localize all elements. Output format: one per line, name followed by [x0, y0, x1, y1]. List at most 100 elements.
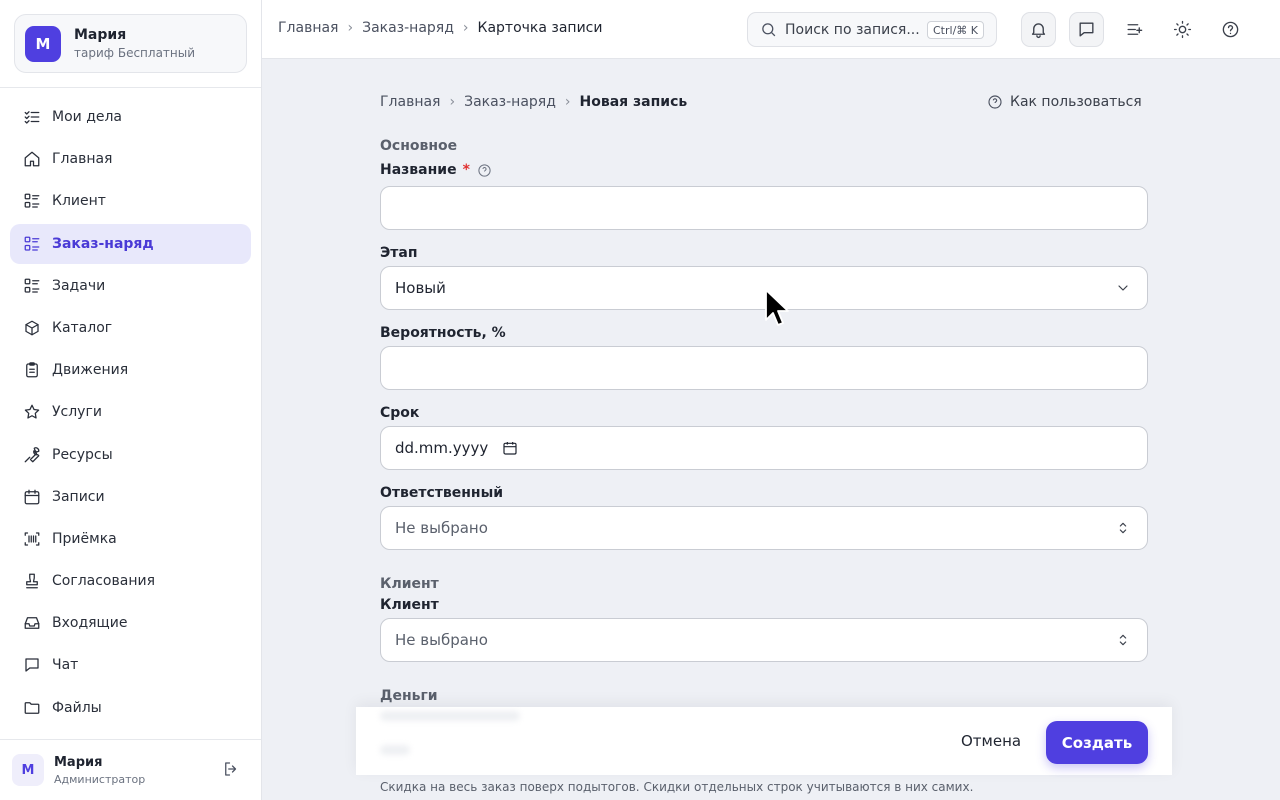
breadcrumb-work-order[interactable]: Заказ-наряд	[464, 94, 556, 110]
sidebar-item-my-tasks[interactable]: Мои дела	[10, 97, 251, 137]
sidebar-item-catalog[interactable]: Каталог	[10, 308, 251, 348]
sidebar-item-resources[interactable]: Ресурсы	[10, 435, 251, 475]
calendar-icon	[22, 487, 42, 507]
search-placeholder: Поиск по запися...	[785, 21, 920, 38]
section-client-title: Клиент	[380, 576, 439, 592]
wrench-icon	[22, 445, 42, 465]
account-switcher[interactable]: M Мария тариф Бесплатный	[14, 14, 247, 73]
create-button[interactable]: Создать	[1046, 721, 1148, 764]
scan-icon	[22, 529, 42, 549]
help-circle-icon	[988, 95, 1002, 109]
sidebar-item-files[interactable]: Файлы	[10, 688, 251, 728]
cancel-button[interactable]: Отмена	[961, 732, 1021, 750]
user-avatar: M	[12, 754, 44, 786]
messages-button[interactable]	[1069, 12, 1104, 47]
search-input[interactable]: Поиск по запися... Ctrl/⌘ K	[747, 12, 997, 47]
task-list-button[interactable]	[1117, 12, 1152, 47]
sidebar-item-home[interactable]: Главная	[10, 139, 251, 179]
form-action-bar: Отмена Создать	[356, 707, 1172, 775]
account-plan: тариф Бесплатный	[74, 46, 196, 60]
main-content: Главная › Заказ-наряд › Карточка записи …	[262, 0, 1280, 800]
sidebar-nav: Мои дела Главная Клиент Заказ-наряд Зада…	[10, 97, 251, 730]
form-breadcrumb: Главная › Заказ-наряд › Новая запись	[380, 94, 687, 110]
obscured-content	[380, 745, 410, 755]
how-to-use-link[interactable]: Как пользоваться	[987, 94, 1142, 110]
checklist-icon	[22, 107, 42, 127]
client-select[interactable]: Не выбрано	[380, 618, 1148, 662]
name-label-text: Название	[380, 162, 457, 178]
chevron-up-down-icon	[1115, 520, 1131, 536]
sidebar-item-label: Задачи	[52, 277, 106, 294]
notifications-button[interactable]	[1021, 12, 1056, 47]
owner-select[interactable]: Не выбрано	[380, 506, 1148, 550]
sidebar: M Мария тариф Бесплатный Мои дела Главна…	[0, 0, 262, 800]
sidebar-item-client[interactable]: Клиент	[10, 181, 251, 221]
section-money-title: Деньги	[380, 688, 438, 704]
sidebar-item-label: Услуги	[52, 404, 102, 421]
sidebar-item-label: Чат	[52, 657, 79, 674]
list-add-icon	[1127, 24, 1143, 35]
sidebar-item-label: Согласования	[52, 573, 155, 590]
sidebar-item-label: Файлы	[52, 699, 102, 716]
breadcrumb-work-order[interactable]: Заказ-наряд	[362, 20, 454, 36]
sidebar-item-movements[interactable]: Движения	[10, 350, 251, 390]
sidebar-item-work-order[interactable]: Заказ-наряд	[10, 223, 251, 264]
probability-input[interactable]	[380, 346, 1148, 390]
sidebar-item-records[interactable]: Записи	[10, 477, 251, 517]
box-icon	[22, 318, 42, 338]
owner-label: Ответственный	[380, 485, 504, 501]
breadcrumb-current: Карточка записи	[477, 20, 603, 36]
star-icon	[22, 402, 42, 422]
chevron-right-icon: ›	[462, 20, 469, 36]
name-label: Название *	[380, 162, 492, 178]
sidebar-item-label: Приёмка	[52, 530, 117, 547]
breadcrumb-home[interactable]: Главная	[380, 94, 440, 110]
help-circle-icon[interactable]	[477, 163, 492, 178]
stage-label: Этап	[380, 245, 418, 261]
breadcrumb-home[interactable]: Главная	[278, 20, 338, 36]
chevron-right-icon: ›	[347, 20, 354, 36]
user-role: Администратор	[54, 772, 146, 786]
sidebar-item-label: Записи	[52, 488, 105, 505]
home-icon	[22, 149, 42, 169]
inbox-icon	[22, 613, 42, 633]
sun-icon	[1173, 20, 1192, 39]
sidebar-item-inbox[interactable]: Входящие	[10, 603, 251, 643]
sidebar-item-intake[interactable]: Приёмка	[10, 519, 251, 559]
sidebar-divider	[0, 87, 261, 88]
chat-icon	[22, 655, 42, 675]
stage-value: Новый	[395, 279, 446, 297]
deadline-placeholder: dd.mm.yyyy	[395, 439, 489, 457]
user-name: Мария	[54, 754, 103, 770]
discount-hint: Скидка на весь заказ поверх подытогов. С…	[380, 780, 974, 794]
sidebar-item-label: Заказ-наряд	[52, 235, 154, 252]
sidebar-item-label: Мои дела	[52, 109, 123, 125]
search-icon	[762, 23, 776, 37]
probability-label: Вероятность, %	[380, 325, 506, 341]
chevron-down-icon	[1115, 280, 1131, 296]
sidebar-item-label: Движения	[52, 362, 129, 379]
help-circle-icon	[1222, 21, 1239, 38]
user-profile[interactable]: M Мария Администратор	[12, 753, 250, 787]
stamp-icon	[22, 571, 42, 591]
clipboard-icon	[22, 360, 42, 380]
folder-icon	[22, 698, 42, 718]
theme-toggle-button[interactable]	[1165, 12, 1200, 47]
how-to-use-label: Как пользоваться	[1010, 94, 1142, 110]
topbar: Главная › Заказ-наряд › Карточка записи …	[262, 0, 1280, 59]
logout-icon[interactable]	[222, 760, 242, 780]
sidebar-item-approvals[interactable]: Согласования	[10, 561, 251, 601]
obscured-content	[380, 711, 520, 721]
breadcrumb-current: Новая запись	[579, 94, 688, 110]
help-button[interactable]	[1213, 12, 1248, 47]
section-main-title: Основное	[380, 138, 458, 154]
sidebar-item-chat[interactable]: Чат	[10, 645, 251, 685]
sidebar-item-tasks[interactable]: Задачи	[10, 266, 251, 306]
list-icon	[22, 276, 42, 296]
calendar-icon[interactable]	[502, 440, 518, 456]
client-label: Клиент	[380, 597, 439, 613]
name-input[interactable]	[380, 186, 1148, 230]
sidebar-item-label: Клиент	[52, 193, 106, 210]
deadline-date-input[interactable]: dd.mm.yyyy	[380, 426, 1148, 470]
sidebar-item-services[interactable]: Услуги	[10, 392, 251, 432]
